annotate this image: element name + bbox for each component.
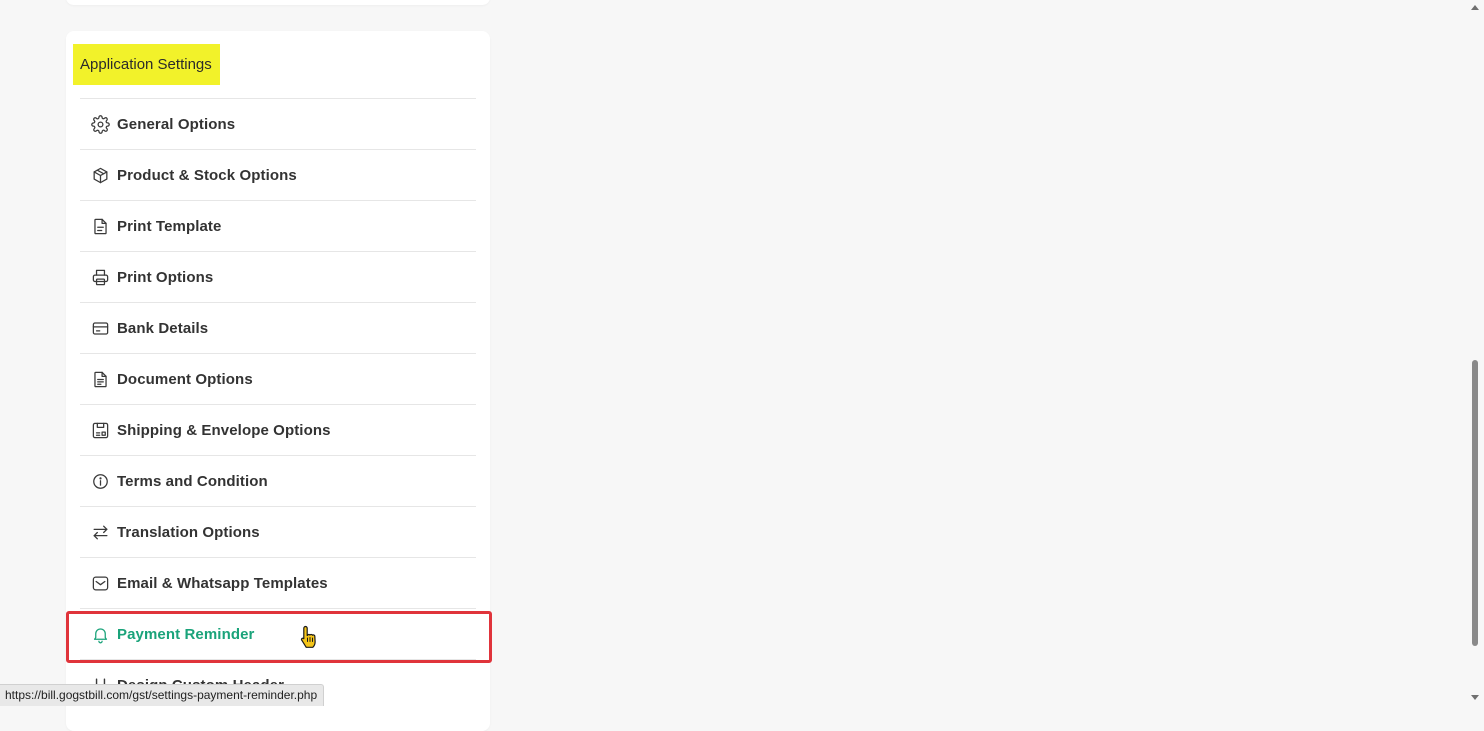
shipping-label-icon (90, 420, 110, 440)
vertical-scrollbar[interactable] (1467, 0, 1484, 705)
menu-item-document-options[interactable]: Document Options (80, 353, 476, 404)
menu-item-label: Print Options (117, 268, 214, 286)
scroll-up-arrow-icon[interactable] (1471, 5, 1479, 10)
hand-pointer-cursor-icon (299, 625, 319, 649)
document-icon (90, 369, 110, 389)
menu-item-label: Terms and Condition (117, 472, 268, 490)
gear-icon (90, 114, 110, 134)
menu-item-label: Shipping & Envelope Options (117, 421, 331, 439)
bell-icon (90, 624, 110, 644)
menu-item-shipping-envelope-options[interactable]: Shipping & Envelope Options (80, 404, 476, 455)
previous-settings-card (66, 0, 490, 5)
scrollbar-thumb[interactable] (1472, 360, 1478, 646)
settings-menu: General Options Product & Stock Options … (80, 98, 476, 710)
menu-item-label: Bank Details (117, 319, 209, 337)
menu-item-print-options[interactable]: Print Options (80, 251, 476, 302)
menu-item-label: Translation Options (117, 523, 260, 541)
envelope-icon (90, 573, 110, 593)
menu-item-label: Email & Whatsapp Templates (117, 574, 328, 592)
menu-item-product-stock-options[interactable]: Product & Stock Options (80, 149, 476, 200)
box-icon (90, 165, 110, 185)
menu-item-label: Product & Stock Options (117, 166, 297, 184)
menu-item-label: General Options (117, 115, 236, 133)
menu-item-email-whatsapp-templates[interactable]: Email & Whatsapp Templates (80, 557, 476, 608)
status-bar-url: https://bill.gogstbill.com/gst/settings-… (0, 684, 325, 706)
menu-item-payment-reminder[interactable]: Payment Reminder (80, 608, 476, 659)
info-icon (90, 471, 110, 491)
menu-item-terms-and-condition[interactable]: Terms and Condition (80, 455, 476, 506)
section-title: Application Settings (73, 44, 220, 85)
menu-item-label: Document Options (117, 370, 253, 388)
menu-item-label: Payment Reminder (117, 625, 255, 643)
menu-item-general-options[interactable]: General Options (80, 98, 476, 149)
menu-item-bank-details[interactable]: Bank Details (80, 302, 476, 353)
printer-icon (90, 267, 110, 287)
menu-item-translation-options[interactable]: Translation Options (80, 506, 476, 557)
document-template-icon (90, 216, 110, 236)
menu-item-label: Print Template (117, 217, 222, 235)
credit-card-icon (90, 318, 110, 338)
scroll-down-arrow-icon[interactable] (1471, 695, 1479, 700)
swap-arrows-icon (90, 522, 110, 542)
menu-item-print-template[interactable]: Print Template (80, 200, 476, 251)
